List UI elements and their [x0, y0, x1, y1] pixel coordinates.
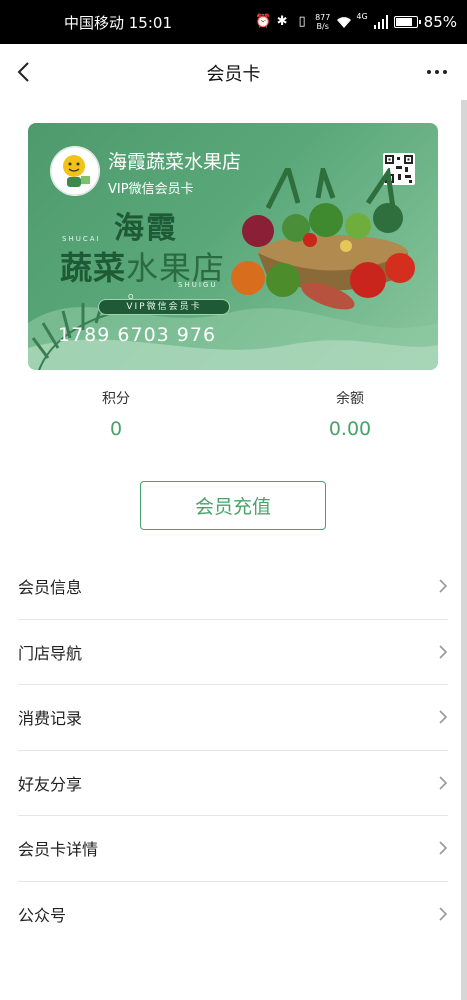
menu-item-store-navigation[interactable]: 门店导航	[18, 620, 448, 685]
battery-icon	[393, 16, 421, 28]
balance-value: 0.00	[328, 418, 372, 440]
chevron-right-icon	[439, 841, 448, 855]
card-hero-line1: 海霞	[114, 211, 178, 246]
chevron-right-icon	[439, 644, 448, 659]
status-icons: ⏰ ✱ ▯ 877 B/s 4G 85%	[255, 0, 457, 44]
menu-item-card-details[interactable]: 会员卡详情	[18, 816, 448, 882]
card-number: 1789 6703 976	[58, 324, 217, 346]
net-speed-unit: B/s	[316, 22, 329, 31]
store-name: 海霞蔬菜水果店	[108, 151, 242, 173]
menu-item-label: 消费记录	[18, 709, 83, 729]
balance-stat[interactable]: 余额 0.00	[290, 388, 410, 440]
bluetooth-icon: ✱	[276, 14, 288, 29]
battery-percent: 85%	[423, 13, 457, 31]
chevron-right-icon	[439, 906, 448, 921]
points-stat[interactable]: 积分 0	[56, 388, 176, 440]
card-pinyin1: SHUCAI	[62, 235, 101, 243]
vegetable-basket-icon	[231, 168, 415, 310]
card-hero-bold: 蔬菜	[60, 249, 127, 287]
signal-icon	[373, 15, 388, 29]
alarm-icon: ⏰	[255, 14, 272, 29]
battery-fill	[395, 18, 412, 26]
menu-item-share[interactable]: 好友分享	[18, 751, 448, 816]
chevron-right-icon	[439, 710, 448, 724]
card-type: VIP微信会员卡	[108, 182, 194, 197]
menu-item-label: 公众号	[18, 906, 67, 926]
points-value: 0	[109, 418, 123, 440]
member-card[interactable]: 海霞蔬菜水果店 VIP微信会员卡 海霞 SHUCAI 蔬菜水果店 SHUIGU …	[28, 123, 438, 370]
net-speed: 877 B/s	[315, 13, 330, 31]
recharge-button[interactable]: 会员充值	[140, 481, 326, 530]
chevron-right-icon	[439, 775, 448, 790]
store-logo	[50, 146, 100, 196]
menu-item-label: 门店导航	[18, 643, 83, 663]
menu-item-label: 会员信息	[18, 578, 83, 598]
menu-list: 会员信息 门店导航 消费记录 好友分享 会员卡详情 公众号	[0, 554, 461, 947]
nav-bar: 会员卡	[0, 44, 467, 100]
status-bar: 中国移动 15:01 ⏰ ✱ ▯ 877 B/s 4G 85%	[0, 0, 467, 44]
chevron-right-icon	[439, 579, 448, 593]
card-pill: VIP微信会员卡	[98, 299, 230, 315]
card-pinyin2: SHUIGU	[178, 281, 218, 289]
menu-item-member-info[interactable]: 会员信息	[18, 554, 448, 620]
more-icon[interactable]	[427, 70, 447, 74]
carrier-time: 中国移动 15:01	[64, 13, 172, 32]
menu-item-purchase-history[interactable]: 消费记录	[18, 685, 448, 751]
menu-item-label: 好友分享	[18, 774, 83, 794]
vibrate-icon: ▯	[298, 14, 306, 29]
wifi-icon	[336, 15, 352, 29]
network-type: 4G	[356, 12, 368, 21]
balance-label: 余额	[336, 391, 364, 407]
scrollbar[interactable]	[461, 100, 467, 1000]
menu-item-official-account[interactable]: 公众号	[18, 882, 448, 948]
points-label: 积分	[102, 391, 130, 407]
net-speed-value: 877	[315, 13, 331, 22]
page-title: 会员卡	[206, 64, 261, 85]
menu-item-label: 会员卡详情	[18, 840, 99, 860]
